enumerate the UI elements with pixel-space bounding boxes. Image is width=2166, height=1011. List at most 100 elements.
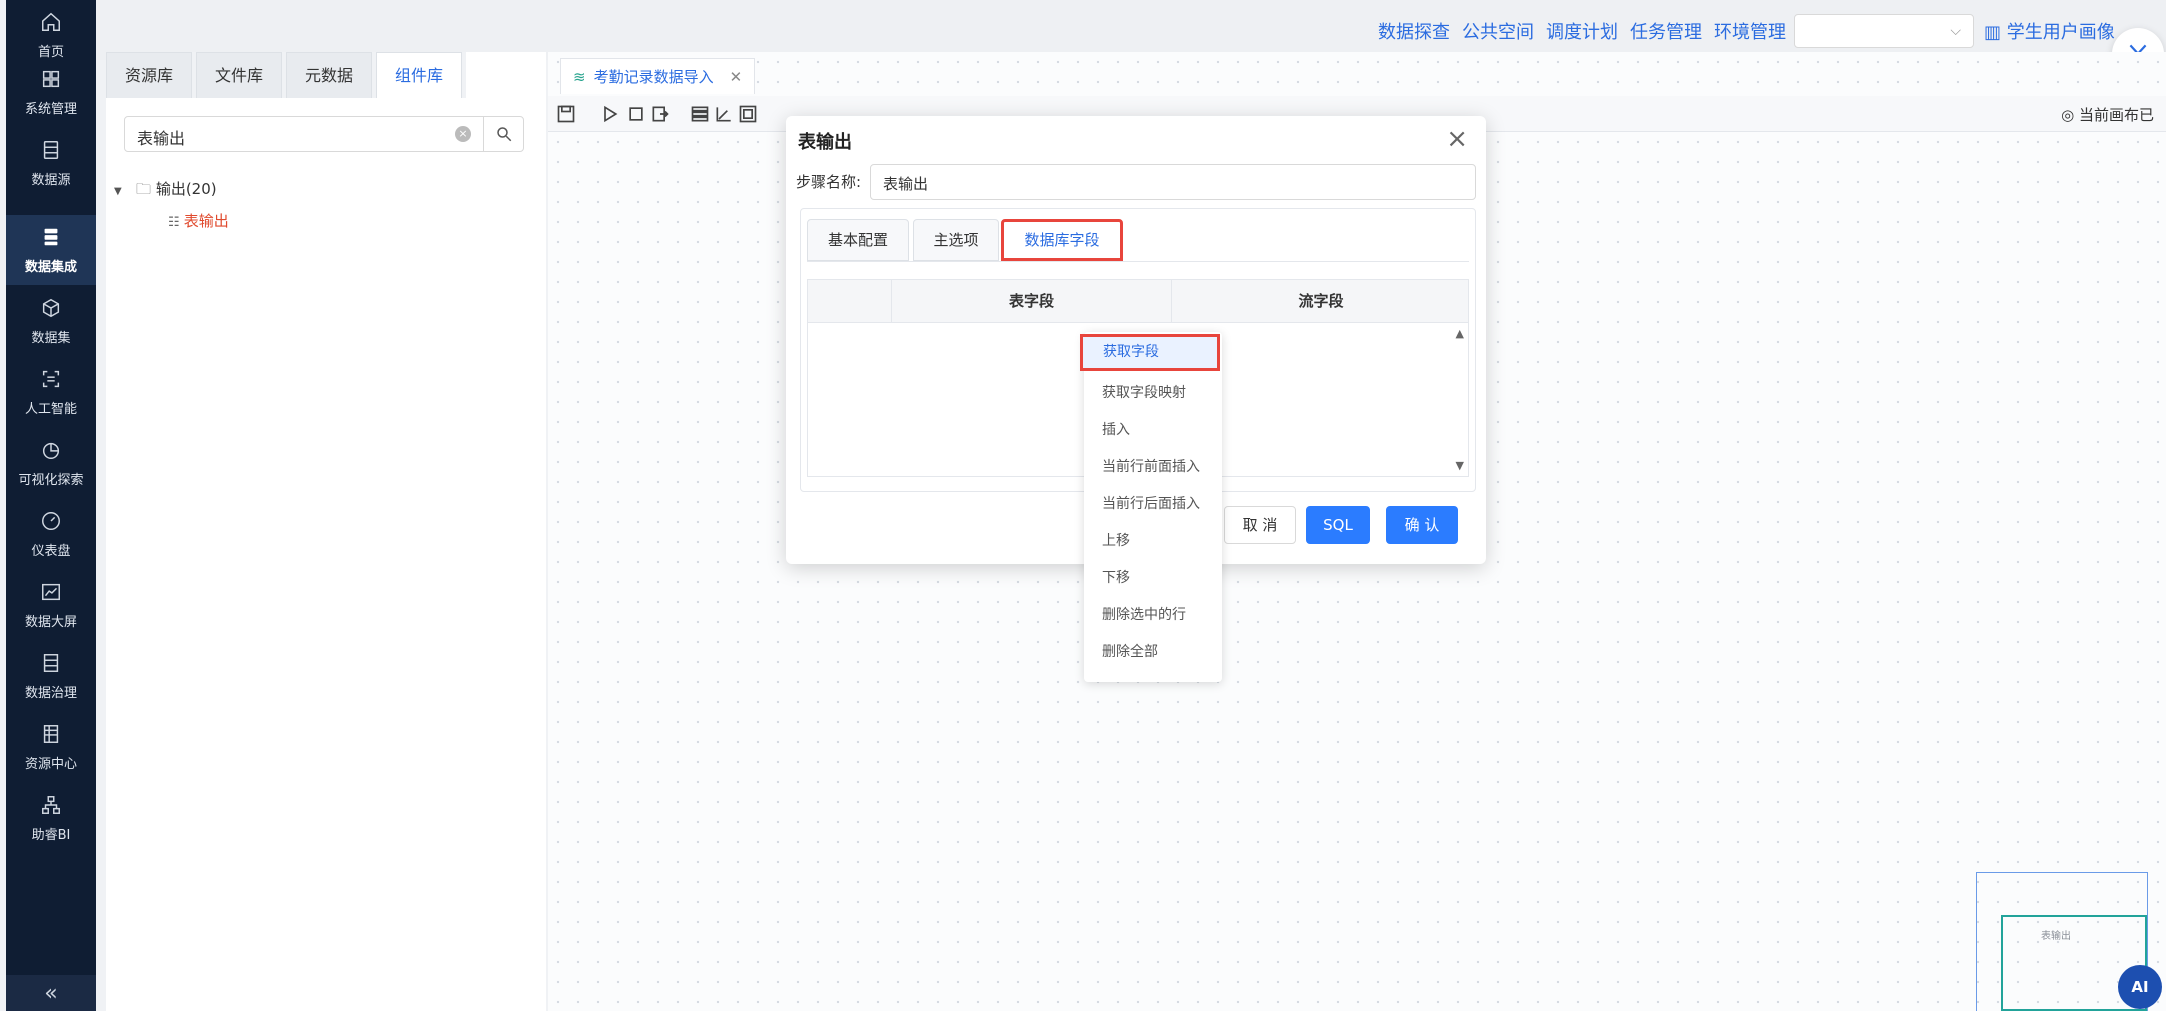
ai-button[interactable]: AI [2118,965,2162,1009]
tab-metadata[interactable]: 元数据 [286,52,373,98]
save-icon[interactable] [556,104,576,124]
nav-item-resource[interactable]: 资源中心 [6,712,96,782]
tree-leaf-label: 表输出 [183,212,229,230]
export-icon[interactable] [650,104,670,124]
menu-item-move-up[interactable]: 上移 [1084,523,1222,560]
nav-item-bigscreen[interactable]: 数据大屏 [6,570,96,640]
top-link-schedule[interactable]: 调度计划 [1546,18,1618,44]
nav-item-integration[interactable]: 数据集成 [6,215,96,285]
nav-item-visual[interactable]: 可视化探索 [6,428,96,498]
tab-db-fields[interactable]: 数据库字段 [1001,219,1123,261]
panel-tabs: 资源库 文件库 元数据 组件库 [106,52,467,98]
top-link-public-space[interactable]: 公共空间 [1462,18,1534,44]
table-icon: ☷ [168,215,184,230]
home-icon [42,12,60,31]
tree-folder-label: 输出(20) [155,180,217,198]
ai-scan-icon [42,370,60,387]
search-button[interactable] [483,117,523,151]
tab-main-options[interactable]: 主选项 [913,219,999,261]
nav-item-ai[interactable]: 人工智能 [6,357,96,427]
tab-component-lib[interactable]: 组件库 [376,52,463,98]
flow-icon: ≋ [573,67,586,86]
pie-chart-icon [42,442,60,459]
top-link-env[interactable]: 环境管理 [1714,18,1786,44]
clear-icon[interactable]: × [455,126,471,142]
close-icon[interactable]: × [1446,126,1468,152]
check-circle-icon: ◎ [2061,106,2079,124]
nav-item-datasource[interactable]: 数据源 [6,128,96,198]
nav-item-system[interactable]: 系统管理 [6,57,96,127]
org-chart-icon [42,795,60,814]
file-tab[interactable]: ≋ 考勤记录数据导入 ✕ [560,58,756,94]
canvas-status: ◎ 当前画布已 [2061,104,2154,125]
menu-item-move-down[interactable]: 下移 [1084,560,1222,597]
menu-item-insert-after[interactable]: 当前行后面插入 [1084,486,1222,523]
cancel-button[interactable]: 取 消 [1224,506,1296,544]
scroll-up-icon[interactable]: ▲ [1456,327,1464,340]
top-link-tasks[interactable]: 任务管理 [1630,18,1702,44]
gauge-icon [42,511,60,530]
tree-folder-output[interactable]: ▼ 🗀 输出(20) [114,178,217,204]
header-table-field: 表字段 [892,280,1172,322]
context-menu: 获取字段 获取字段映射 插入 当前行前面插入 当前行后面插入 上移 下移 删除选… [1080,332,1222,682]
folder-icon: 🗀 [126,180,152,198]
component-panel: 资源库 文件库 元数据 组件库 表输出 × ▼ 🗀 输出(20) ☷ 表输出 [106,52,546,1011]
grid-icon [42,70,60,87]
stop-icon[interactable] [626,104,646,124]
nav-item-dataset[interactable]: 数据集 [6,286,96,356]
menu-item-insert-before[interactable]: 当前行前面插入 [1084,449,1222,486]
menu-item-get-fields[interactable]: 获取字段 [1080,334,1220,371]
folder-table-icon [43,724,59,743]
project-icon: ▥ [1984,22,2007,43]
nav-label: 数据治理 [24,685,77,701]
minimap-node: 表输出 [2041,931,2071,942]
tab-resource-lib[interactable]: 资源库 [106,52,193,98]
nav-item-bi[interactable]: 助睿BI [6,783,96,853]
nav-label: 可视化探索 [18,472,84,488]
project-label: 学生用户画像 [2006,22,2115,43]
dialog-title: 表输出 [798,132,852,153]
nav-item-governance[interactable]: 数据治理 [6,641,96,711]
menu-item-get-field-mapping[interactable]: 获取字段映射 [1084,375,1222,412]
chevron-down-icon: ⌵ [1950,23,1961,39]
confirm-button[interactable]: 确 认 [1386,506,1458,544]
menu-item-insert[interactable]: 插入 [1084,412,1222,449]
layout-icon[interactable] [690,104,710,124]
axis-icon[interactable] [714,104,734,124]
nav-label: 数据集 [31,330,71,346]
nav-label: 仪表盘 [31,543,71,559]
top-bar: 数据探查 公共空间 调度计划 任务管理 环境管理 ⌵ ▥ 学生用户画像 [96,0,2166,60]
list-icon [43,653,59,672]
tree-leaf-table-output[interactable]: ☷ 表输出 [168,210,229,231]
project-select[interactable]: ⌵ [1794,14,1974,48]
nav-label: 人工智能 [24,401,77,417]
tab-basic-config[interactable]: 基本配置 [807,219,909,261]
top-link-explore[interactable]: 数据探查 [1378,18,1450,44]
menu-item-delete-selected[interactable]: 删除选中的行 [1084,597,1222,634]
run-icon[interactable] [600,104,620,124]
top-links: 数据探查 公共空间 调度计划 任务管理 环境管理 [1378,18,1786,44]
database-icon [43,140,59,159]
project-name[interactable]: ▥ 学生用户画像 [1984,18,2115,44]
sql-button[interactable]: SQL [1306,506,1370,544]
step-name-input[interactable]: 表输出 [870,164,1476,200]
scroll-down-icon[interactable]: ▼ [1456,459,1464,472]
collapse-nav-button[interactable]: « [6,975,96,1011]
file-tab-label: 考勤记录数据导入 [593,68,714,86]
frame-icon[interactable] [738,104,758,124]
close-tab-icon[interactable]: ✕ [730,68,743,86]
caret-down-icon: ▼ [114,186,122,197]
nav-label: 助睿BI [31,827,71,843]
nav-label: 数据集成 [24,259,77,275]
nav-label: 数据源 [31,172,71,188]
nav-label: 资源中心 [24,756,77,772]
nav-item-dashboard[interactable]: 仪表盘 [6,499,96,569]
tab-file-lib[interactable]: 文件库 [196,52,283,98]
canvas-status-text: 当前画布已 [2078,106,2154,124]
component-search-input[interactable]: 表输出 × [124,116,524,152]
tab-divider [807,261,1469,262]
nav-label: 数据大屏 [24,614,77,630]
search-value: 表输出 [137,129,186,148]
menu-item-delete-all[interactable]: 删除全部 [1084,634,1222,671]
header-index-cell [808,280,892,322]
